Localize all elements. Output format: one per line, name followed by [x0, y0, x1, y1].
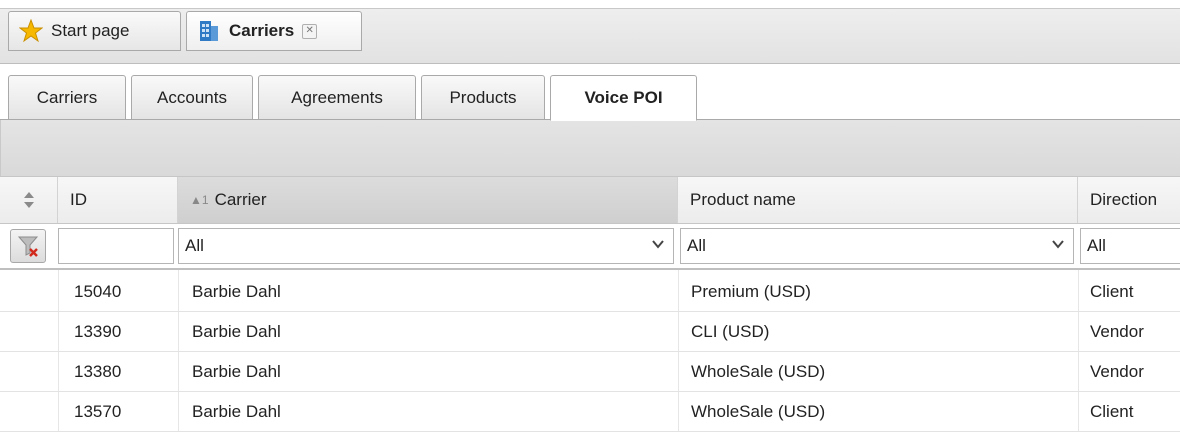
column-header-product-name[interactable]: Product name [678, 177, 1078, 223]
column-header-label: Direction [1090, 190, 1158, 209]
tab-products[interactable]: Products [421, 75, 545, 120]
tab-carriers-label: Carriers [229, 21, 295, 40]
tab-carriers[interactable]: Carriers ✕ [186, 11, 362, 51]
cell-id: 15040 [74, 281, 122, 301]
close-tab-icon[interactable]: ✕ [302, 23, 318, 39]
cell-direction: Vendor [1090, 361, 1144, 381]
id-filter-input[interactable] [58, 228, 174, 264]
grid-header: ID ▲1 Carrier Product name Direction [0, 176, 1180, 224]
column-chooser-icon[interactable] [0, 177, 58, 223]
tab-label: Products [449, 87, 517, 107]
cell-carrier: Barbie Dahl [192, 281, 281, 301]
cell-id: 13390 [74, 321, 122, 341]
column-header-label: ID [70, 190, 87, 209]
column-header-label: Product name [690, 190, 796, 209]
cell-carrier: Barbie Dahl [192, 321, 281, 341]
tab-label: Voice POI [584, 88, 663, 107]
column-header-direction[interactable]: Direction [1078, 177, 1180, 223]
tab-start-page[interactable]: Start page [8, 11, 181, 51]
cell-direction: Vendor [1090, 321, 1144, 341]
cell-id: 13570 [74, 401, 122, 421]
carrier-filter-value: All [185, 236, 204, 255]
direction-filter-value: All [1087, 236, 1106, 255]
column-header-id[interactable]: ID [58, 177, 178, 223]
tab-label: Accounts [157, 87, 227, 107]
cell-product-name: WholeSale (USD) [691, 361, 826, 381]
tab-start-page-label: Start page [51, 21, 130, 40]
filter-row: All All All [0, 224, 1180, 270]
cell-product-name: CLI (USD) [691, 321, 770, 341]
cell-direction: Client [1090, 401, 1134, 421]
chevron-down-icon[interactable] [1051, 237, 1065, 254]
sort-ascending-icon: ▲1 [190, 193, 209, 207]
tab-carriers-list[interactable]: Carriers [8, 75, 126, 120]
product-filter-select[interactable]: All [680, 228, 1074, 264]
cell-direction: Client [1090, 281, 1134, 301]
carrier-filter-select[interactable]: All [178, 228, 674, 264]
tab-label: Carriers [36, 87, 98, 107]
sub-tab-bar: Carriers Accounts Agreements Products Vo… [0, 64, 1180, 121]
tab-agreements[interactable]: Agreements [258, 75, 416, 120]
carriers-icon [197, 19, 221, 43]
table-row[interactable]: 13570 Barbie Dahl WholeSale (USD) Client [0, 392, 1180, 432]
tab-accounts[interactable]: Accounts [131, 75, 253, 120]
column-header-carrier[interactable]: ▲1 Carrier [178, 177, 678, 223]
grid-toolbar [0, 120, 1180, 176]
cell-carrier: Barbie Dahl [192, 361, 281, 381]
cell-id: 13380 [74, 361, 122, 381]
table-row[interactable]: 13390 Barbie Dahl CLI (USD) Vendor [0, 312, 1180, 352]
cell-carrier: Barbie Dahl [192, 401, 281, 421]
star-icon [19, 19, 43, 43]
cell-product-name: Premium (USD) [691, 281, 811, 301]
cell-product-name: WholeSale (USD) [691, 401, 826, 421]
table-row[interactable]: 13380 Barbie Dahl WholeSale (USD) Vendor [0, 352, 1180, 392]
direction-filter-select[interactable]: All [1080, 228, 1180, 264]
tab-voice-poi[interactable]: Voice POI [550, 75, 697, 121]
top-tab-strip: Start page Carriers ✕ [0, 0, 1180, 64]
tab-label: Agreements [291, 87, 383, 107]
column-header-label: Carrier [214, 190, 267, 209]
clear-filter-button[interactable] [10, 229, 46, 263]
chevron-down-icon[interactable] [651, 237, 665, 254]
product-filter-value: All [687, 236, 706, 255]
clear-filter-icon [17, 236, 39, 257]
table-row[interactable]: 15040 Barbie Dahl Premium (USD) Client [0, 272, 1180, 312]
